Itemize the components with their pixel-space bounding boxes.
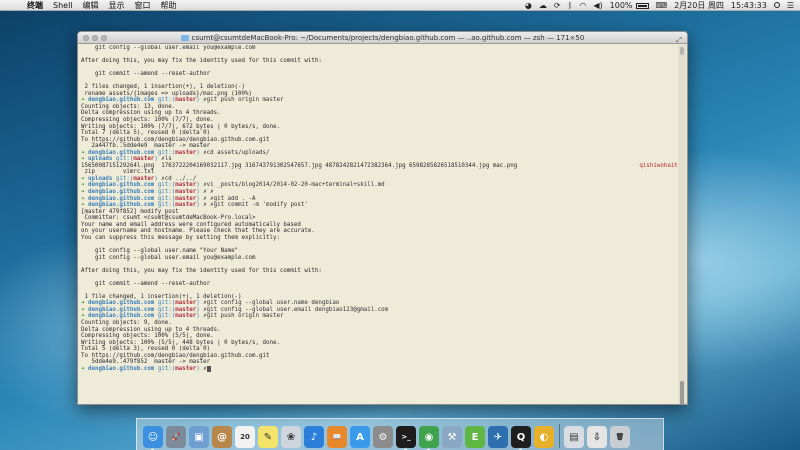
system-preferences-icon[interactable]: ⚙	[373, 426, 393, 448]
scrollbar[interactable]	[678, 45, 686, 404]
wifi-icon[interactable]: ◠	[579, 0, 586, 11]
sparrow-icon[interactable]: ✈	[488, 426, 508, 448]
menu-app-terminal[interactable]: 终端	[27, 0, 43, 11]
terminal-text: dengbiao.github.com	[87, 365, 158, 372]
trash-icon[interactable]: 🗑	[610, 426, 630, 448]
cloud-icon[interactable]: ☁	[539, 0, 547, 11]
menu-bar: 终端 Shell 编辑 显示 窗口 帮助 ◕ ☁ ⟳ ᛒ ◠ ◀) 100% ⌨…	[0, 0, 800, 11]
dock-separator	[559, 424, 560, 448]
volume-icon[interactable]: ◀)	[593, 0, 602, 11]
xcode-icon[interactable]: ⚒	[442, 426, 462, 448]
terminal-text: )	[196, 202, 204, 209]
terminal-text: git commit --amend --reset-author	[81, 280, 211, 287]
chrome-icon[interactable]: ◉	[419, 426, 439, 450]
terminal-text: )	[196, 97, 204, 104]
terminal-text: master	[175, 97, 197, 104]
notes-icon[interactable]: ✎	[258, 426, 278, 448]
menu-shell[interactable]: Shell	[53, 0, 73, 11]
itunes-icon[interactable]: ♪	[304, 426, 324, 448]
terminal-text: git:(	[157, 365, 176, 372]
terminal-text: ✗cd assets/uploads/	[203, 149, 270, 156]
terminal-line: 1565008715129264l.png 176372220416903211…	[81, 163, 677, 170]
status-area: ◕ ☁ ⟳ ᛒ ◠ ◀) 100% ⌨ 2月20日 周四 15:43:33 ☰	[518, 0, 794, 11]
terminal-text: )	[196, 149, 204, 156]
terminal-text: ✗vi _posts/blog2014/2014-02-20-mac+termi…	[203, 182, 385, 189]
zoom-button[interactable]	[101, 35, 107, 41]
window-title: csumt@csumtdeMacBook-Pro: ~/Documents/pr…	[191, 34, 585, 42]
terminal-text: After doing this, you may fix the identi…	[81, 58, 322, 65]
terminal-output[interactable]: git config --global user.email you@examp…	[81, 45, 677, 404]
clock-label[interactable]: 15:43:33	[731, 0, 767, 11]
documents-folder-icon[interactable]: ▤	[564, 426, 584, 448]
terminal-text: )	[196, 313, 204, 320]
terminal-text: master	[175, 149, 197, 156]
ibooks-icon[interactable]: 📖	[327, 426, 347, 448]
qq-icon[interactable]: Q	[511, 426, 531, 450]
scroll-thumb[interactable]	[680, 381, 684, 404]
terminal-text: You can suppress this message by setting…	[81, 234, 280, 241]
menu-help[interactable]: 帮助	[161, 0, 177, 11]
photos-icon[interactable]: ❀	[281, 426, 301, 448]
chrome-app-icon[interactable]: ◐	[534, 426, 554, 448]
notification-center-icon[interactable]: ☰	[787, 0, 794, 11]
battery-icon	[635, 2, 649, 9]
terminal-text: After doing this, you may fix the identi…	[81, 267, 322, 274]
window-controls	[83, 35, 110, 41]
terminal-text: qishiwohaihao.mp3	[639, 162, 677, 169]
terminal-text: ✗ ✗git commit -m 'modify post'	[203, 202, 308, 209]
spotlight-icon[interactable]	[773, 0, 780, 11]
prompt-arrow-icon: ➜	[81, 365, 88, 372]
calendar-icon[interactable]: 20	[235, 426, 255, 448]
menu-edit[interactable]: 编辑	[83, 0, 99, 11]
text-cursor	[206, 365, 211, 372]
close-button[interactable]	[83, 35, 89, 41]
terminal-icon[interactable]: >_	[396, 426, 416, 450]
input-source-icon[interactable]: ⌨	[656, 0, 668, 11]
downloads-folder-icon[interactable]: ⇩	[587, 426, 607, 448]
terminal-text: master	[175, 365, 197, 372]
app-store-icon[interactable]: A	[350, 426, 370, 448]
terminal-text: 1565008715129264l.png 176372220416903211…	[81, 162, 640, 169]
qq-status-icon[interactable]: ◕	[525, 0, 532, 11]
terminal-text: ✗git push origin master	[203, 97, 284, 104]
terminal-text: ✗git push origin master	[203, 313, 284, 320]
terminal-window: csumt@csumtdeMacBook-Pro: ~/Documents/pr…	[77, 31, 688, 405]
folder-icon	[180, 35, 189, 41]
time-machine-icon[interactable]: ⟳	[554, 0, 561, 11]
contacts-icon[interactable]: @	[212, 426, 232, 448]
menu-view[interactable]: 显示	[109, 0, 125, 11]
battery-label: 100%	[609, 1, 633, 10]
minimize-button[interactable]	[92, 35, 98, 41]
terminal-text: git config --global user.email you@examp…	[81, 254, 256, 261]
evernote-icon[interactable]: E	[465, 426, 485, 448]
window-titlebar[interactable]: csumt@csumtdeMacBook-Pro: ~/Documents/pr…	[78, 32, 687, 44]
dock: ☺ 🚀 ▣ @20 ✎ ❀ ♪ 📖 A ⚙ >_ ◉ ⚒ E ✈ Q ◐ ▤ ⇩ 🗑	[136, 418, 664, 450]
terminal-text: )	[196, 365, 204, 372]
preview-icon[interactable]: ▣	[189, 426, 209, 448]
bluetooth-icon[interactable]: ᛒ	[568, 0, 573, 11]
terminal-line: ➜ dengbiao.github.com git:(master) ✗	[81, 365, 677, 373]
finder-icon[interactable]: ☺	[143, 426, 163, 450]
terminal-text: git commit --amend --reset-author	[81, 71, 211, 78]
menu-window[interactable]: 窗口	[135, 0, 151, 11]
date-label[interactable]: 2月20日 周四	[674, 0, 724, 11]
launchpad-icon[interactable]: 🚀	[166, 426, 186, 448]
terminal-text: git config --global user.email you@examp…	[81, 45, 256, 51]
scroll-top-indicator	[680, 47, 684, 55]
terminal-text: master	[175, 313, 197, 320]
battery-percent[interactable]: 100%	[610, 0, 649, 11]
